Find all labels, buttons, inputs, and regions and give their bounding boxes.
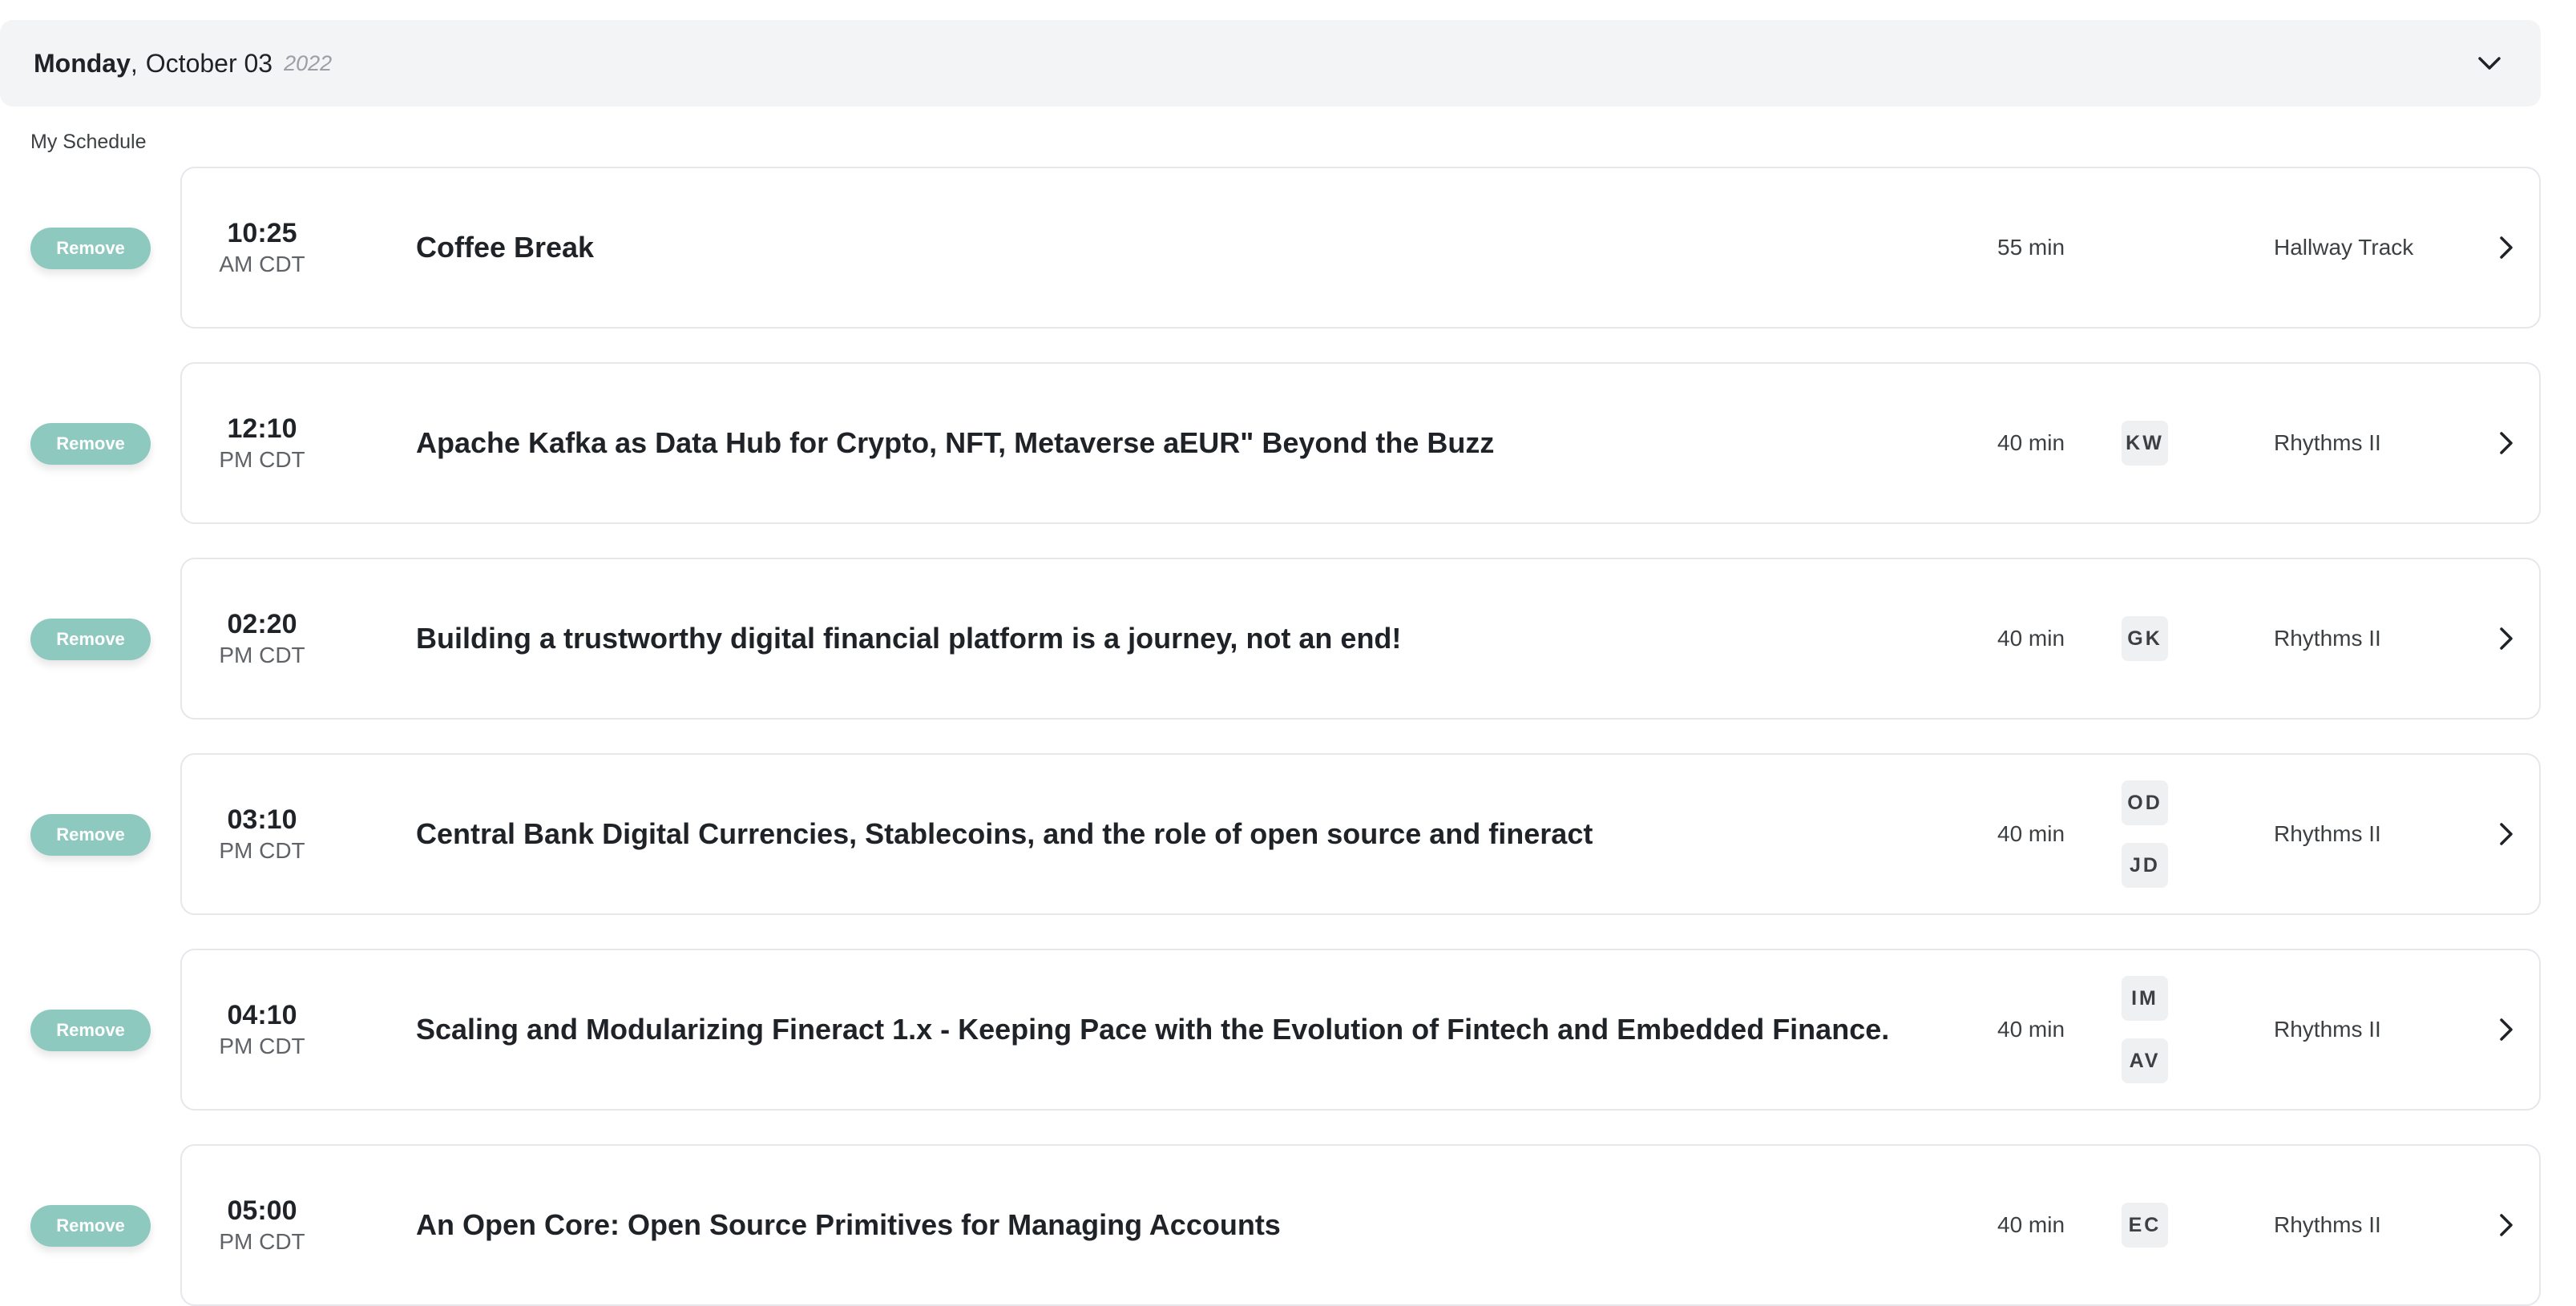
session-title[interactable]: Central Bank Digital Currencies, Stablec… (416, 755, 1593, 913)
session-row: Remove 12:10 PM CDT Apache Kafka as Data… (0, 362, 2541, 526)
session-card[interactable]: 02:20 PM CDT Building a trustworthy digi… (180, 558, 2541, 720)
session-speakers: IM AV (2122, 950, 2186, 1109)
day-date: October 03 (145, 48, 273, 78)
session-card[interactable]: 03:10 PM CDT Central Bank Digital Curren… (180, 753, 2541, 915)
session-card[interactable]: 04:10 PM CDT Scaling and Modularizing Fi… (180, 949, 2541, 1111)
session-speakers: GK (2122, 559, 2186, 718)
session-time: 04:10 PM CDT (182, 950, 342, 1109)
session-time-value: 12:10 (227, 413, 297, 444)
speaker-badge[interactable]: JD (2122, 843, 2168, 888)
session-room: Rhythms II (2274, 1017, 2381, 1042)
session-title[interactable]: Scaling and Modularizing Fineract 1.x - … (416, 950, 1889, 1109)
session-duration: 55 min (1997, 235, 2065, 260)
session-row: Remove 03:10 PM CDT Central Bank Digital… (0, 753, 2541, 917)
session-time-zone: PM CDT (219, 447, 305, 472)
session-title[interactable]: An Open Core: Open Source Primitives for… (416, 1146, 1281, 1304)
remove-button[interactable]: Remove (30, 1010, 151, 1051)
schedule-page: Monday, October 03 2022 My Schedule Remo… (0, 0, 2576, 1306)
section-label: My Schedule (30, 131, 147, 153)
session-title[interactable]: Apache Kafka as Data Hub for Crypto, NFT… (416, 364, 1494, 522)
session-time-value: 04:10 (227, 1000, 297, 1030)
session-time: 02:20 PM CDT (182, 559, 342, 718)
chevron-right-icon[interactable] (2490, 755, 2522, 913)
speaker-badge[interactable]: KW (2122, 421, 2168, 466)
session-speakers: EC (2122, 1146, 2186, 1304)
session-row: Remove 04:10 PM CDT Scaling and Modulari… (0, 949, 2541, 1112)
session-card[interactable]: 10:25 AM CDT Coffee Break 55 min Hallway… (180, 167, 2541, 329)
session-speakers: KW (2122, 364, 2186, 522)
session-time-zone: PM CDT (219, 838, 305, 863)
chevron-right-icon[interactable] (2490, 168, 2522, 327)
session-time: 03:10 PM CDT (182, 755, 342, 913)
session-time: 12:10 PM CDT (182, 364, 342, 522)
session-duration: 40 min (1997, 626, 2065, 651)
session-time-zone: AM CDT (219, 252, 305, 276)
session-time-value: 02:20 (227, 609, 297, 639)
chevron-down-icon[interactable] (2473, 47, 2505, 79)
remove-button[interactable]: Remove (30, 423, 151, 465)
session-card[interactable]: 05:00 PM CDT An Open Core: Open Source P… (180, 1144, 2541, 1306)
speaker-badge[interactable]: IM (2122, 976, 2168, 1021)
session-row: Remove 10:25 AM CDT Coffee Break 55 min … (0, 167, 2541, 330)
session-time: 10:25 AM CDT (182, 168, 342, 327)
session-room: Rhythms II (2274, 626, 2381, 651)
day-comma: , (130, 48, 138, 78)
session-time-zone: PM CDT (219, 1034, 305, 1058)
session-duration: 40 min (1997, 430, 2065, 455)
session-speakers: OD JD (2122, 755, 2186, 913)
chevron-right-icon[interactable] (2490, 1146, 2522, 1304)
session-title[interactable]: Coffee Break (416, 168, 594, 327)
day-header[interactable]: Monday, October 03 2022 (0, 20, 2541, 107)
session-time-value: 10:25 (227, 218, 297, 248)
chevron-right-icon[interactable] (2490, 950, 2522, 1109)
session-time: 05:00 PM CDT (182, 1146, 342, 1304)
remove-button[interactable]: Remove (30, 619, 151, 660)
speaker-badge[interactable]: GK (2122, 616, 2168, 661)
session-time-zone: PM CDT (219, 1229, 305, 1254)
day-weekday: Monday (34, 48, 131, 78)
remove-button[interactable]: Remove (30, 814, 151, 856)
chevron-right-icon[interactable] (2490, 559, 2522, 718)
chevron-right-icon[interactable] (2490, 364, 2522, 522)
session-speakers (2122, 168, 2186, 327)
session-time-value: 03:10 (227, 804, 297, 835)
day-year: 2022 (284, 50, 333, 75)
session-duration: 40 min (1997, 1212, 2065, 1237)
session-row: Remove 05:00 PM CDT An Open Core: Open S… (0, 1144, 2541, 1306)
session-row: Remove 02:20 PM CDT Building a trustwort… (0, 558, 2541, 721)
session-duration: 40 min (1997, 1017, 2065, 1042)
session-time-value: 05:00 (227, 1195, 297, 1226)
session-room: Rhythms II (2274, 821, 2381, 846)
session-title[interactable]: Building a trustworthy digital financial… (416, 559, 1401, 718)
session-room: Rhythms II (2274, 1212, 2381, 1237)
remove-button[interactable]: Remove (30, 228, 151, 269)
session-duration: 40 min (1997, 821, 2065, 846)
speaker-badge[interactable]: OD (2122, 780, 2168, 825)
session-room: Rhythms II (2274, 430, 2381, 455)
speaker-badge[interactable]: EC (2122, 1203, 2168, 1248)
session-card[interactable]: 12:10 PM CDT Apache Kafka as Data Hub fo… (180, 362, 2541, 524)
session-time-zone: PM CDT (219, 643, 305, 667)
remove-button[interactable]: Remove (30, 1205, 151, 1247)
speaker-badge[interactable]: AV (2122, 1038, 2168, 1083)
session-room: Hallway Track (2274, 235, 2414, 260)
